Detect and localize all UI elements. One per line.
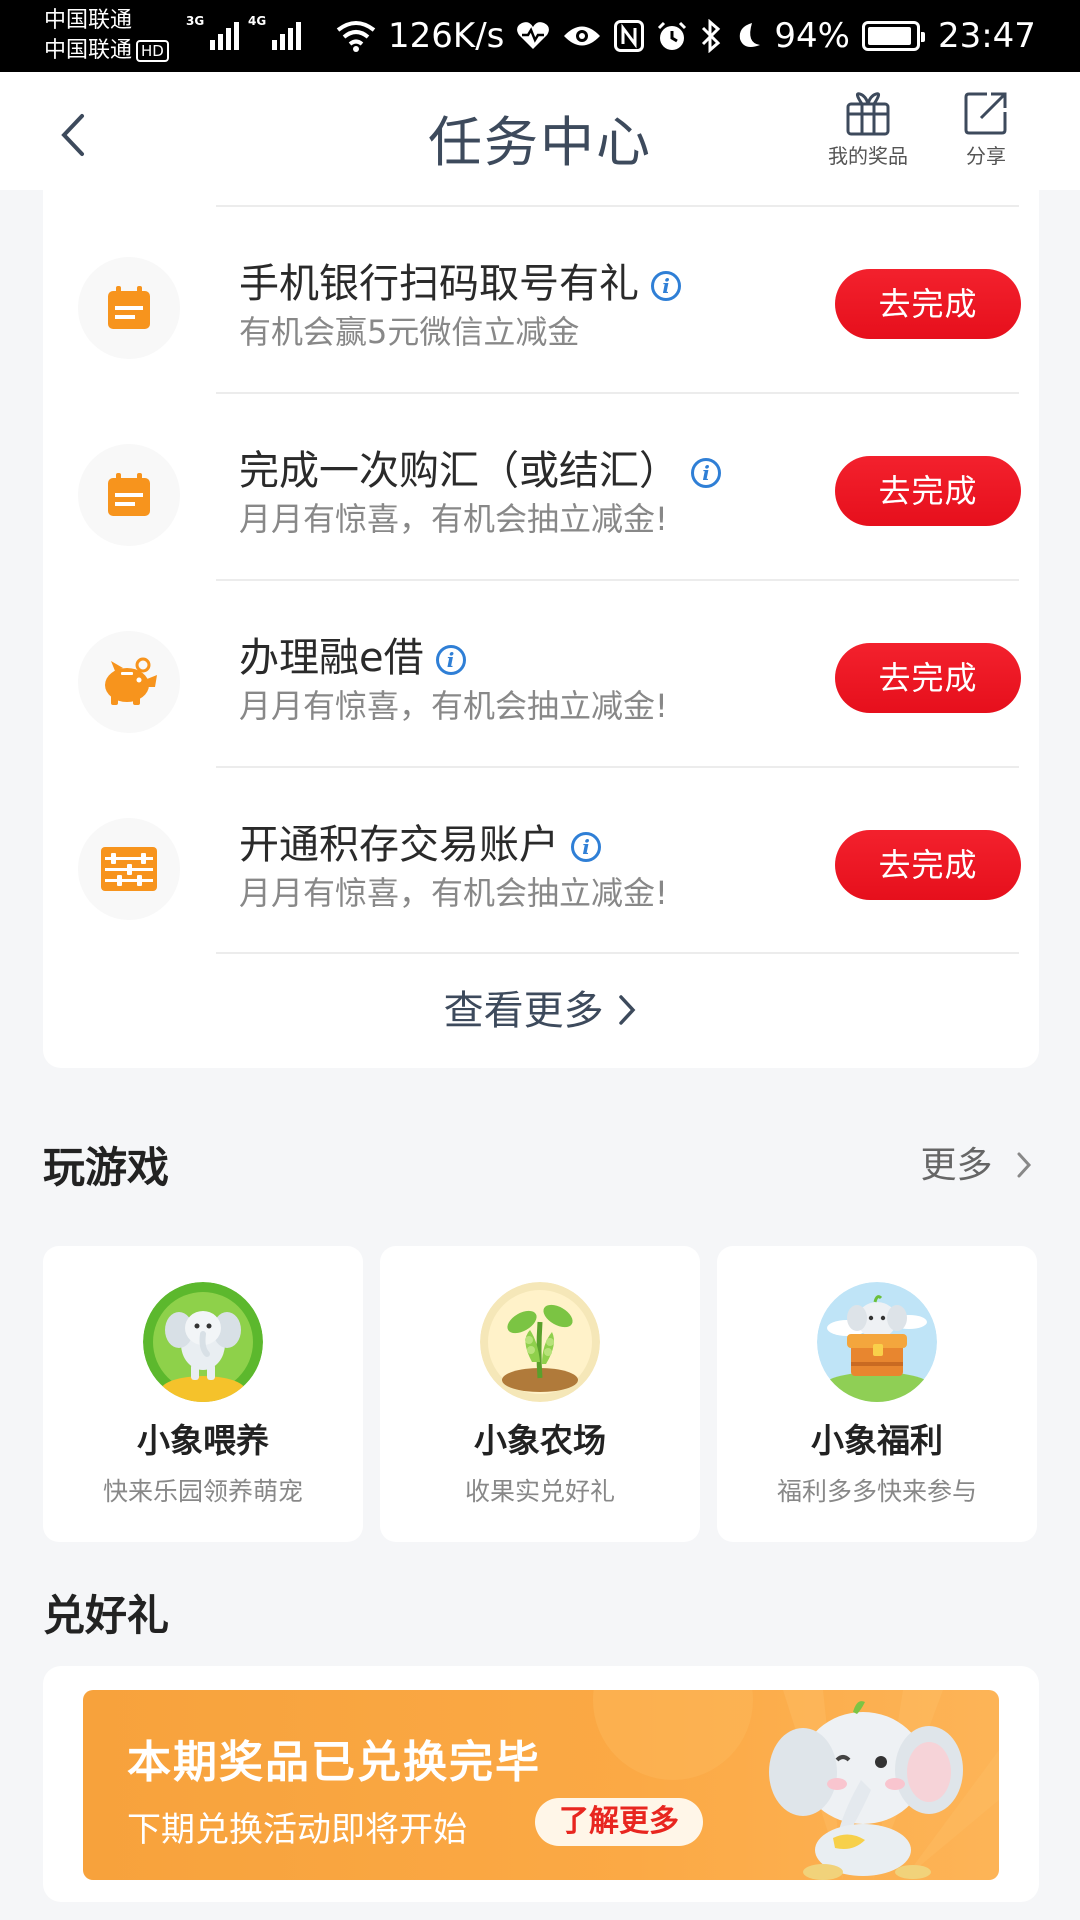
heart-rate-icon — [516, 16, 550, 56]
bean-sprout-icon — [480, 1282, 600, 1402]
game-description: 收果实兑好礼 — [464, 1477, 615, 1506]
game-card-farm[interactable]: 小象农场 收果实兑好礼 — [380, 1246, 700, 1542]
task-row: 完成一次购汇（或结汇） i 月月有惊喜，有机会抽立减金! 去完成 — [43, 392, 1039, 579]
my-prizes-button[interactable]: 我的奖品 — [813, 90, 923, 169]
complete-task-button[interactable]: 去完成 — [835, 830, 1021, 900]
signal-bars-2-icon — [272, 18, 301, 50]
rewards-card: 本期奖品已兑换完毕 下期兑换活动即将开始 了解更多 — [43, 1666, 1039, 1902]
share-icon — [964, 92, 1007, 135]
task-title: 手机银行扫码取号有礼 i — [239, 251, 681, 309]
divider — [216, 766, 1019, 768]
task-row: 开通积存交易账户 i 月月有惊喜，有机会抽立减金! 去完成 — [43, 766, 1039, 953]
task-row: 办理融e借 i 月月有惊喜，有机会抽立减金! 去完成 — [43, 579, 1039, 766]
complete-task-button[interactable]: 去完成 — [835, 269, 1021, 339]
alarm-icon — [656, 16, 688, 56]
hd-badge: HD — [136, 40, 169, 62]
games-more-label: 更多 — [920, 1145, 993, 1186]
task-description: 月月有惊喜，有机会抽立减金! — [239, 500, 668, 538]
task-description: 有机会赢5元微信立减金 — [239, 313, 580, 351]
info-icon[interactable]: i — [691, 458, 721, 488]
info-icon[interactable]: i — [435, 645, 466, 675]
banner-subtitle: 下期兑换活动即将开始 — [127, 1810, 467, 1850]
calendar-icon — [78, 257, 180, 359]
task-title: 开通积存交易账户 i — [239, 812, 601, 870]
task-row: 手机银行扫码取号有礼 i 有机会赢5元微信立减金 去完成 — [43, 205, 1039, 392]
game-name: 小象福利 — [811, 1421, 943, 1460]
share-button[interactable]: 分享 — [931, 90, 1041, 169]
task-title: 完成一次购汇（或结汇） i — [239, 438, 721, 496]
divider — [216, 952, 1019, 954]
share-label: 分享 — [966, 144, 1006, 168]
wifi-icon — [336, 16, 376, 56]
divider — [216, 392, 1019, 394]
games-section-title: 玩游戏 — [43, 1143, 170, 1192]
game-name: 小象喂养 — [137, 1421, 269, 1460]
divider — [216, 579, 1019, 581]
abacus-icon — [78, 818, 180, 920]
network-3g-label: 3G — [186, 14, 205, 28]
rewards-section-title: 兑好礼 — [43, 1591, 170, 1640]
game-card-feeding[interactable]: 小象喂养 快来乐园领养萌宠 — [43, 1246, 363, 1542]
my-prizes-label: 我的奖品 — [828, 144, 908, 168]
task-list-card: 手机银行扫码取号有礼 i 有机会赢5元微信立减金 去完成 完成一次购汇（或结汇） i… — [43, 190, 1039, 1068]
info-icon[interactable]: i — [651, 271, 681, 301]
treasure-chest-icon — [817, 1282, 937, 1402]
task-description: 月月有惊喜，有机会抽立减金! — [239, 874, 668, 912]
game-description: 快来乐园领养萌宠 — [102, 1477, 303, 1506]
carrier-2: 中国联通 — [44, 38, 133, 63]
chevron-right-icon — [619, 995, 636, 1025]
games-more-link[interactable]: 更多 — [921, 1136, 1034, 1188]
nfc-icon — [614, 16, 645, 56]
bluetooth-icon — [700, 16, 722, 56]
gift-icon — [846, 92, 890, 136]
view-more-link[interactable]: 查看更多 — [43, 978, 1039, 1036]
top-nav-bar: 任务中心 我的奖品 分享 — [0, 72, 1080, 190]
game-name: 小象农场 — [474, 1421, 606, 1460]
elephant-mascot-icon — [769, 1701, 963, 1880]
rewards-banner[interactable]: 本期奖品已兑换完毕 下期兑换活动即将开始 了解更多 — [83, 1690, 999, 1880]
clock: 23:47 — [937, 16, 1036, 56]
elephant-feeding-icon — [143, 1282, 263, 1402]
battery-percent: 94% — [774, 16, 850, 56]
moon-icon — [734, 16, 762, 56]
status-bar: 中国联通 中国联通 HD 3G 4G 126K/s 94% 23:47 — [0, 0, 1080, 72]
chevron-right-icon — [1017, 1152, 1032, 1178]
complete-task-button[interactable]: 去完成 — [835, 643, 1021, 713]
network-4g-label: 4G — [248, 14, 267, 28]
network-speed: 126K/s — [388, 16, 505, 56]
task-title: 办理融e借 i — [239, 625, 466, 683]
banner-title: 本期奖品已兑换完毕 — [127, 1737, 541, 1788]
battery-icon — [861, 21, 925, 51]
info-icon[interactable]: i — [571, 832, 601, 862]
complete-task-button[interactable]: 去完成 — [835, 456, 1021, 526]
carrier-info: 中国联通 中国联通 HD — [44, 6, 169, 66]
game-card-welfare[interactable]: 小象福利 福利多多快来参与 — [717, 1246, 1037, 1542]
view-more-label: 查看更多 — [443, 988, 604, 1034]
carrier-1: 中国联通 — [44, 8, 133, 33]
eye-icon — [562, 16, 602, 56]
task-description: 月月有惊喜，有机会抽立减金! — [239, 687, 668, 725]
game-description: 福利多多快来参与 — [776, 1477, 977, 1506]
signal-bars-1-icon — [210, 18, 239, 50]
learn-more-button[interactable]: 了解更多 — [535, 1798, 703, 1846]
piggy-bank-icon — [78, 631, 180, 733]
calendar-icon — [78, 444, 180, 546]
